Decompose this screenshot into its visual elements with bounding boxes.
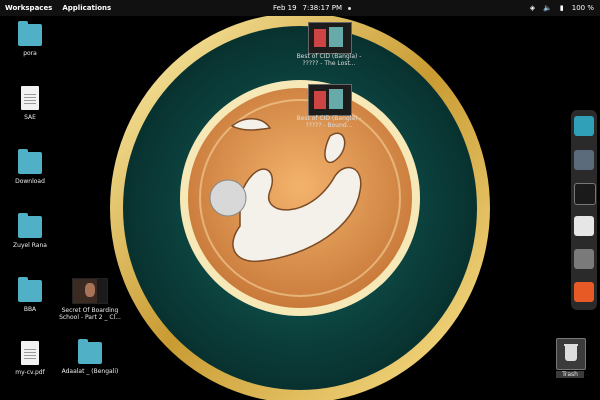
volume-icon[interactable]: 🔈 [543,4,552,12]
desktop-icon-bba[interactable]: BBA [0,277,60,313]
trash-label[interactable]: Trash [556,371,584,378]
folder-icon [18,277,42,302]
desktop-icon-video[interactable]: Secret Of Boarding School - Part 2 _ Cl.… [58,278,122,321]
workspaces-button[interactable]: Workspaces [5,4,52,12]
folder-icon [18,21,42,46]
desktop-icon-adaalat[interactable]: Adaalat _ (Bengali) [60,339,120,375]
desktop-icon-label: BBA [23,306,37,313]
network-icon[interactable]: ◈ [530,4,535,12]
pdf-icon [21,341,39,365]
applications-button[interactable]: Applications [62,4,111,12]
video-thumbnail-icon[interactable] [308,22,352,54]
files-icon[interactable] [574,249,594,269]
desktop-icon-zuyel-rana[interactable]: Zuyel Rana [0,213,60,249]
folder-icon [18,213,42,238]
folder-icon [18,149,42,174]
document-icon [21,86,39,110]
clock[interactable]: Feb 19 7:38:17 PM [273,4,352,12]
desktop-icon-sae[interactable]: SAE [0,86,60,121]
video-file-label[interactable]: Best of CID (Bangla) - ????? - The Lost.… [294,53,364,67]
desktop-icon-label: Download [15,178,45,185]
desktop-icon-label: Adaalat _ (Bengali) [61,368,119,375]
desktop-icon-label: SAE [24,114,36,121]
battery-percent: 100 % [571,4,594,12]
dock [571,110,597,310]
desktop-icon-label: my-cv.pdf [15,369,45,376]
top-panel: Workspaces Applications Feb 19 7:38:17 P… [0,0,600,16]
desktop-icon-my-cv[interactable]: my-cv.pdf [0,341,60,376]
desktop-icon-label: pora [23,50,37,57]
terminal-icon[interactable] [574,183,596,205]
trash-icon[interactable] [556,338,586,370]
desktop-icon-label: Secret Of Boarding School - Part 2 _ Cl.… [59,307,121,321]
video-thumbnail-icon[interactable] [308,84,352,116]
desktop-icon-download[interactable]: Download [0,149,60,185]
video-thumbnail-icon [72,278,108,304]
desktop-icon-pora[interactable]: pora [0,21,60,57]
media-player-icon[interactable] [574,282,594,302]
desktop-icon-label: Zuyel Rana [13,242,47,249]
search-app-icon[interactable] [574,116,594,136]
notification-dot-icon [348,6,352,10]
video-file-label[interactable]: Best of CID (Bangla) - ????? - Bound... [294,115,364,129]
time-label: 7:38:17 PM [302,4,343,12]
installer-icon[interactable] [574,216,594,236]
apps-grid-icon[interactable] [574,150,594,170]
date-label: Feb 19 [273,4,297,12]
battery-icon[interactable]: ▮ [560,4,564,12]
folder-icon [78,339,102,364]
